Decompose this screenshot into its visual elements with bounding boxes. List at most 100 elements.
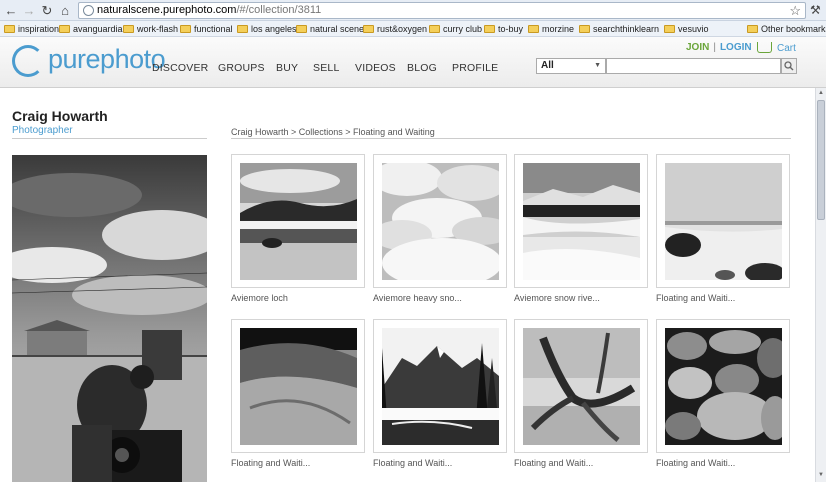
nav-groups[interactable]: GROUPS	[218, 62, 265, 74]
photo-thumbnail	[240, 163, 357, 280]
logo-mark[interactable]	[12, 45, 44, 77]
separator: |	[713, 42, 716, 53]
bookmark-item[interactable]: morzine	[528, 23, 574, 35]
bookmark-item[interactable]: work-flash	[123, 23, 178, 35]
folder-icon	[429, 25, 440, 33]
page-scrollbar[interactable]: ▲ ▼	[815, 88, 826, 482]
bookmark-label: Other bookmarks	[761, 24, 826, 34]
folder-icon	[4, 25, 15, 33]
photo-caption[interactable]: Aviemore heavy sno...	[373, 293, 462, 303]
nav-videos[interactable]: VIDEOS	[355, 62, 396, 74]
search-button[interactable]	[781, 58, 797, 74]
photo-caption[interactable]: Floating and Waiti...	[656, 293, 735, 303]
logo-word-pure: pure	[48, 44, 101, 74]
nav-buy[interactable]: BUY	[276, 62, 298, 74]
divider	[231, 138, 791, 139]
bookmark-label: avanguardia	[73, 24, 123, 34]
bookmark-item[interactable]: inspiration	[4, 23, 59, 35]
bookmark-label: los angeles	[251, 24, 297, 34]
reload-icon[interactable]: ↻	[39, 3, 55, 19]
photo-thumbnail	[523, 163, 640, 280]
photo-tile-floating-waiting-3[interactable]	[373, 319, 507, 453]
photo-tile-aviemore-loch[interactable]	[231, 154, 365, 288]
photo-caption[interactable]: Aviemore snow rive...	[514, 293, 600, 303]
logo[interactable]: purephoto	[48, 43, 166, 75]
scrollbar-thumb[interactable]	[817, 100, 825, 220]
photo-caption[interactable]: Floating and Waiti...	[656, 458, 735, 468]
profile-photo[interactable]	[12, 155, 207, 482]
bookmark-label: functional	[194, 24, 233, 34]
bookmark-star-icon[interactable]: ☆	[789, 3, 801, 18]
photo-tile-floating-waiting-5[interactable]	[656, 319, 790, 453]
url-host: naturalscene.purephoto.com	[97, 4, 237, 16]
bookmarks-bar: inspiration avanguardia work-flash funct…	[0, 21, 826, 37]
other-bookmarks[interactable]: Other bookmarks	[747, 23, 826, 35]
login-link[interactable]: LOGIN	[720, 42, 752, 53]
photo-tile-aviemore-snow-river[interactable]	[514, 154, 648, 288]
page-icon	[83, 5, 94, 16]
photo-thumbnail	[523, 328, 640, 445]
search-input[interactable]	[606, 58, 781, 74]
scroll-up-icon[interactable]: ▲	[817, 89, 825, 98]
bookmark-label: work-flash	[137, 24, 179, 34]
bookmark-label: searchthinklearn	[593, 24, 660, 34]
photo-thumbnail	[382, 163, 499, 280]
photo-tile-aviemore-heavy-snow[interactable]	[373, 154, 507, 288]
bookmark-item[interactable]: curry club	[429, 23, 482, 35]
bookmark-item[interactable]: avanguardia	[59, 23, 123, 35]
nav-discover[interactable]: DISCOVER	[152, 62, 208, 74]
folder-icon	[363, 25, 374, 33]
wrench-icon[interactable]: ⚒	[810, 3, 821, 17]
folder-icon	[664, 25, 675, 33]
photo-caption[interactable]: Floating and Waiti...	[373, 458, 452, 468]
photo-tile-floating-waiting-4[interactable]	[514, 319, 648, 453]
photo-caption[interactable]: Floating and Waiti...	[231, 458, 310, 468]
bookmark-item[interactable]: vesuvio	[664, 23, 709, 35]
folder-icon	[579, 25, 590, 33]
bookmark-item[interactable]: natural scene	[296, 23, 364, 35]
photo-tile-floating-waiting-1[interactable]	[656, 154, 790, 288]
bookmark-label: curry club	[443, 24, 483, 34]
scroll-down-icon[interactable]: ▼	[817, 471, 825, 480]
search-scope-select[interactable]: All ▼	[536, 58, 606, 74]
folder-icon	[528, 25, 539, 33]
breadcrumb[interactable]: Craig Howarth > Collections > Floating a…	[231, 127, 435, 137]
nav-profile[interactable]: PROFILE	[452, 62, 498, 74]
nav-sell[interactable]: SELL	[313, 62, 340, 74]
folder-icon	[747, 25, 758, 33]
photo-thumbnail	[665, 163, 782, 280]
folder-icon	[237, 25, 248, 33]
chevron-down-icon: ▼	[594, 62, 601, 69]
url-path: /#/collection/3811	[236, 4, 322, 16]
site-header: purephoto DISCOVER GROUPS BUY SELL VIDEO…	[0, 37, 826, 88]
bookmark-item[interactable]: rust&oxygen	[363, 23, 427, 35]
photo-tile-floating-waiting-2[interactable]	[231, 319, 365, 453]
bookmark-label: morzine	[542, 24, 575, 34]
bookmark-item[interactable]: functional	[180, 23, 233, 35]
nav-blog[interactable]: BLOG	[407, 62, 437, 74]
bookmark-label: vesuvio	[678, 24, 709, 34]
divider	[12, 138, 207, 139]
profile-name: Craig Howarth	[12, 108, 108, 124]
photo-thumbnail	[382, 328, 499, 445]
back-icon[interactable]: ←	[3, 3, 19, 19]
home-icon[interactable]: ⌂	[57, 3, 73, 19]
bookmark-item[interactable]: to-buy	[484, 23, 523, 35]
folder-icon	[123, 25, 134, 33]
cart-link[interactable]: Cart	[777, 43, 796, 54]
folder-icon	[180, 25, 191, 33]
cart-icon[interactable]	[757, 42, 772, 53]
forward-icon[interactable]: →	[21, 3, 37, 19]
bookmark-item[interactable]: los angeles	[237, 23, 297, 35]
folder-icon	[59, 25, 70, 33]
photo-caption[interactable]: Aviemore loch	[231, 293, 288, 303]
profile-title[interactable]: Photographer	[12, 125, 73, 136]
join-link[interactable]: JOIN	[686, 42, 709, 53]
folder-icon	[484, 25, 495, 33]
search-scope-value: All	[541, 60, 554, 71]
bookmark-item[interactable]: searchthinklearn	[579, 23, 659, 35]
folder-icon	[296, 25, 307, 33]
address-bar[interactable]: naturalscene.purephoto.com/#/collection/…	[78, 2, 806, 19]
photo-caption[interactable]: Floating and Waiti...	[514, 458, 593, 468]
photo-thumbnail	[665, 328, 782, 445]
